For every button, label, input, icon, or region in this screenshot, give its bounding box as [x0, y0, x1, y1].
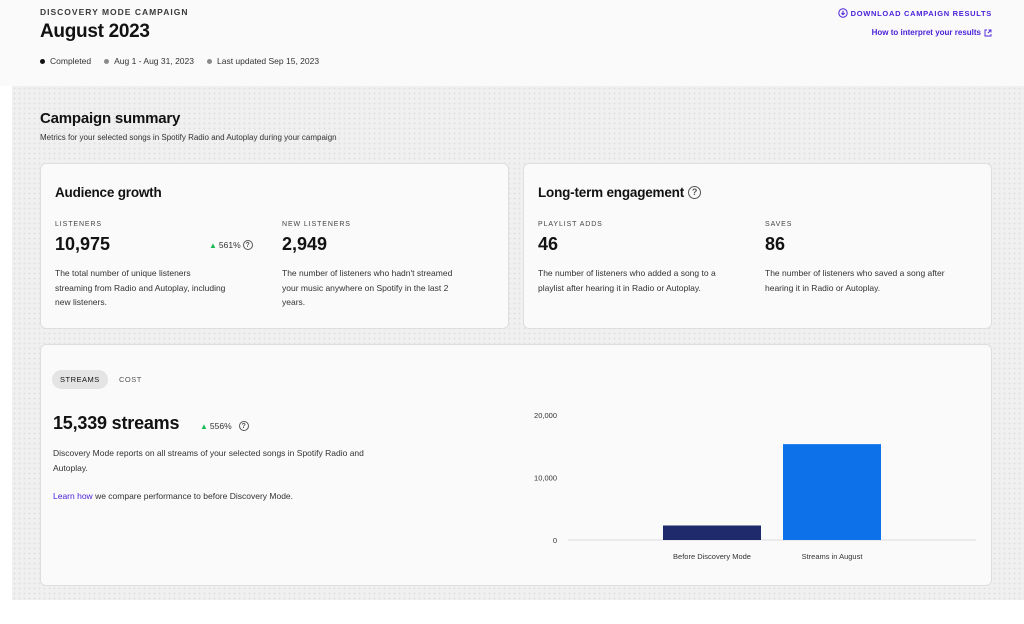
streams-bar-chart: 0 10,000 20,000 Before Discovery Mode Stream…: [534, 411, 976, 561]
audience-growth-title-text: Audience growth: [55, 185, 162, 200]
status-text: Completed: [50, 56, 92, 66]
section-subtitle: Metrics for your selected songs in Spoti…: [40, 133, 337, 142]
howto-label: How to interpret your results: [871, 28, 981, 37]
listeners-delta: ▲ 561% ?: [209, 240, 253, 250]
saves-label: SAVES: [765, 221, 793, 228]
engagement-title: Long-term engagement ?: [538, 185, 702, 200]
external-link-icon: [984, 29, 992, 36]
new-listeners-desc-line: The number of listeners who hadn't strea…: [282, 268, 453, 278]
separator-dot-icon: [206, 58, 212, 64]
learn-how-rest: we compare performance to before Discove…: [92, 491, 294, 501]
x-tick-label: Streams in August: [802, 552, 864, 561]
download-label: DOWNLOAD CAMPAIGN RESULTS: [850, 8, 992, 18]
listeners-desc-line: new listeners.: [55, 297, 107, 307]
page-title: August 2023: [40, 21, 150, 42]
long-term-engagement-card: Long-term engagement ? PLAYLIST ADDS 46 …: [523, 163, 992, 329]
saves-desc-line: The number of listeners who saved a song…: [765, 268, 945, 278]
y-tick-label: 0: [553, 536, 557, 545]
download-results-button[interactable]: DOWNLOAD CAMPAIGN RESULTS: [837, 8, 992, 18]
saves-desc-line: hearing it in Radio or Autoplay.: [765, 282, 881, 293]
section-title: Campaign summary: [40, 110, 181, 127]
tab-streams[interactable]: STREAMS: [52, 370, 108, 389]
how-to-interpret-link[interactable]: How to interpret your results: [872, 28, 992, 37]
trend-up-icon: ▲: [200, 421, 208, 431]
streams-value: 15,339 streams: [53, 413, 180, 433]
playlist-adds-value: 46: [538, 234, 559, 254]
listeners-desc-line: The total number of unique listeners: [55, 268, 191, 278]
page-header: DISCOVERY MODE CAMPAIGN August 2023 Comp…: [0, 0, 1024, 86]
y-tick-label: 10,000: [534, 474, 557, 483]
date-range: Aug 1 - Aug 31, 2023: [114, 56, 194, 66]
new-listeners-desc-line: your music anywhere on Spotify in the la…: [282, 282, 449, 293]
tab-cost[interactable]: COST: [111, 370, 150, 389]
streams-description: Discovery Mode reports on all streams of…: [53, 446, 433, 475]
status-dot-icon: [40, 58, 45, 64]
saves-description: The number of listeners who saved a song…: [765, 266, 980, 295]
campaign-meta: Completed Aug 1 - Aug 31, 2023 Last upda…: [40, 56, 319, 66]
listeners-label: LISTENERS: [55, 221, 102, 228]
download-icon: [837, 8, 848, 18]
last-updated: Last updated Sep 15, 2023: [216, 56, 320, 66]
streams-delta-value: 556%: [209, 421, 232, 431]
help-icon[interactable]: ?: [242, 240, 253, 250]
saves-value: 86: [765, 234, 786, 254]
chart-bar[interactable]: [663, 525, 761, 541]
listeners-delta-value: 561%: [218, 240, 241, 250]
streams-delta: ▲ 556% ?: [200, 421, 249, 431]
x-tick-label: Before Discovery Mode: [673, 552, 751, 561]
new-listeners-value: 2,949: [282, 234, 328, 254]
streams-desc-line: Discovery Mode reports on all streams of…: [53, 448, 364, 458]
playlist-desc-line: The number of listeners who added a song…: [538, 268, 716, 278]
playlist-adds-description: The number of listeners who added a song…: [538, 266, 753, 295]
new-listeners-desc-line: years.: [282, 297, 306, 307]
new-listeners-description: The number of listeners who hadn't strea…: [282, 266, 497, 310]
chart-bar[interactable]: [783, 444, 881, 540]
help-icon[interactable]: ?: [688, 186, 702, 199]
streams-desc-line: Autoplay.: [53, 462, 88, 473]
help-icon[interactable]: ?: [238, 421, 249, 431]
campaign-eyebrow: DISCOVERY MODE CAMPAIGN: [40, 7, 189, 17]
engagement-title-text: Long-term engagement: [538, 185, 685, 200]
listeners-value: 10,975: [55, 234, 111, 254]
trend-up-icon: ▲: [209, 240, 217, 250]
audience-growth-card: Audience growth LISTENERS 10,975 ▲ 561% …: [40, 163, 509, 329]
playlist-desc-line: playlist after hearing it in Radio or Au…: [538, 282, 701, 293]
separator-dot-icon: [104, 58, 110, 64]
y-tick-label: 20,000: [534, 411, 557, 420]
learn-how-link[interactable]: Learn how: [53, 491, 93, 501]
learn-how-text: Learn how we compare performance to befo…: [53, 489, 453, 504]
new-listeners-label: NEW LISTENERS: [282, 221, 351, 228]
audience-growth-title: Audience growth: [55, 185, 162, 200]
playlist-adds-label: PLAYLIST ADDS: [538, 221, 603, 228]
listeners-desc-line: streaming from Radio and Autoplay, inclu…: [55, 282, 226, 293]
listeners-description: The total number of unique listeners str…: [55, 266, 265, 310]
